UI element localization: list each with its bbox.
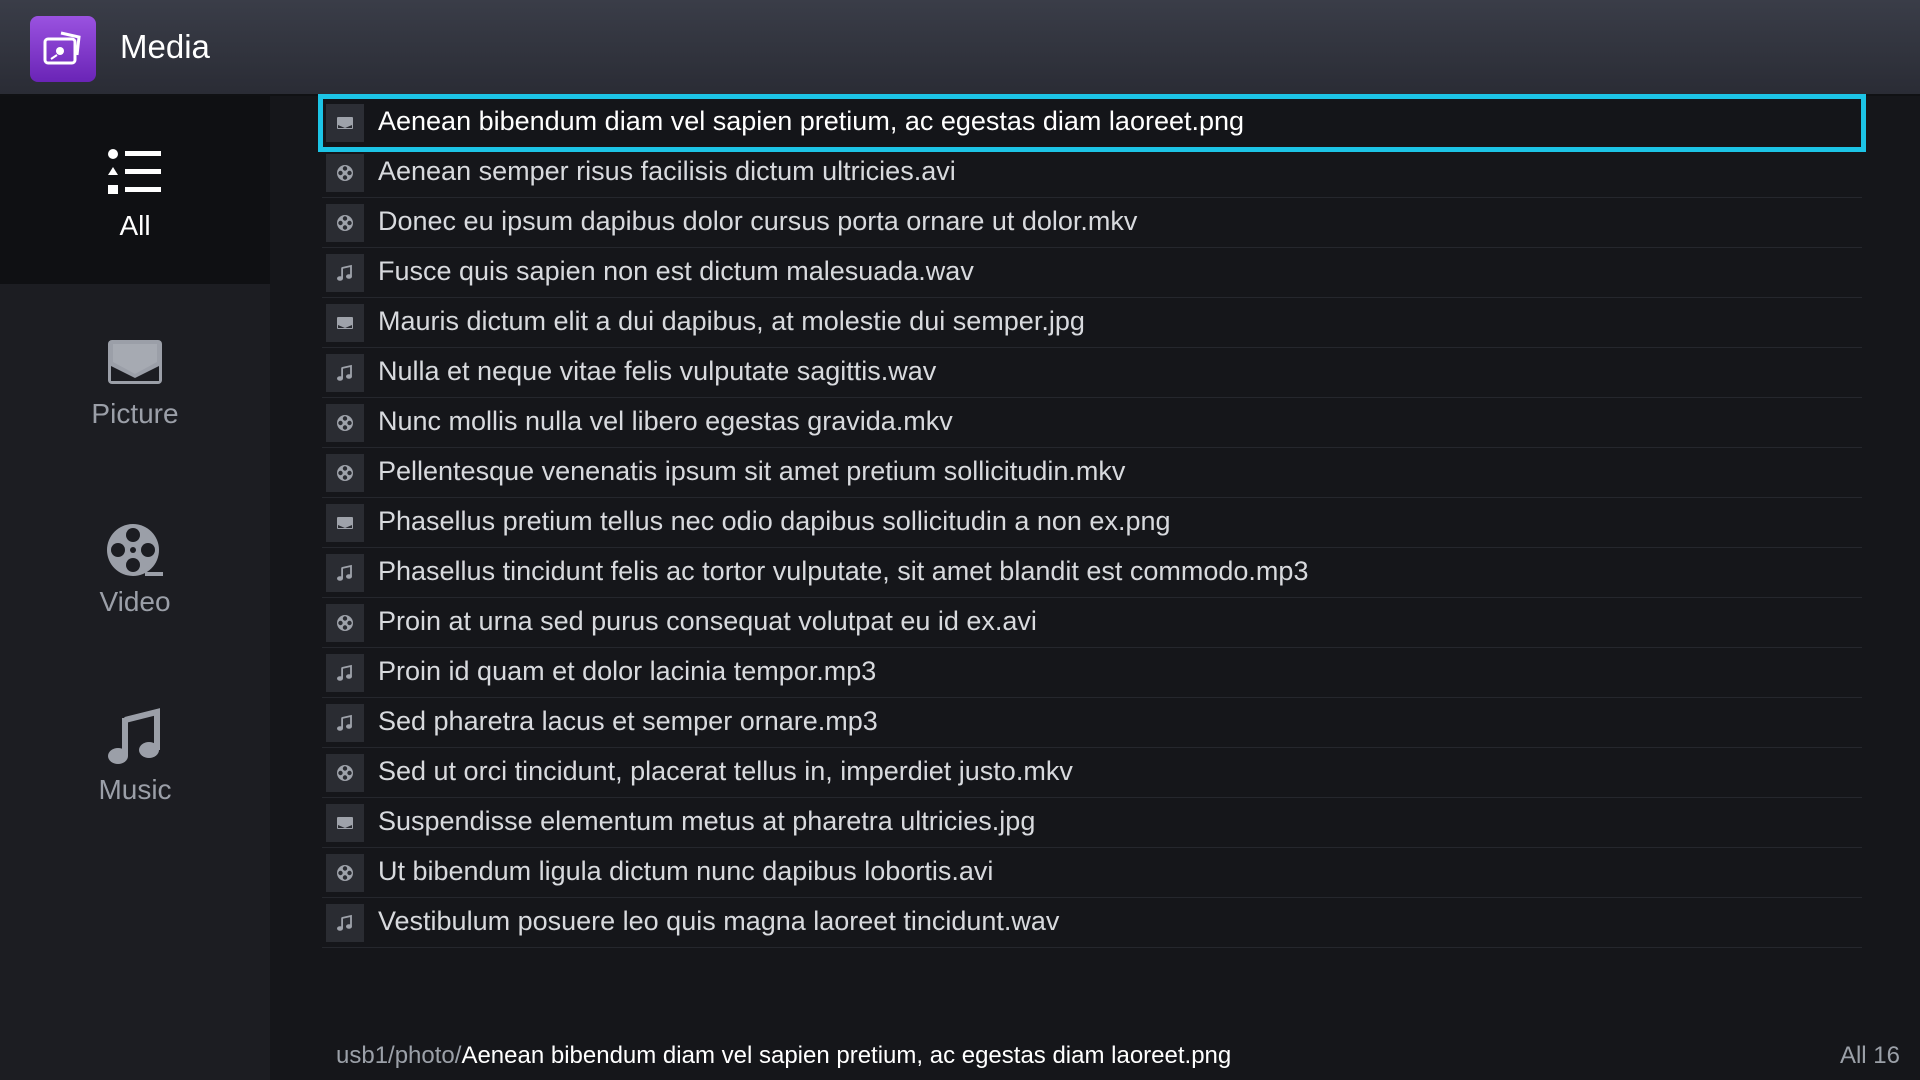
- path-prefix: usb1/photo/: [336, 1042, 462, 1069]
- sidebar: All Picture Video Music: [0, 96, 270, 1080]
- file-name: Nunc mollis nulla vel libero egestas gra…: [378, 406, 953, 436]
- list-item[interactable]: Proin id quam et dolor lacinia tempor.mp…: [322, 648, 1862, 698]
- picture-icon: [326, 804, 364, 842]
- music-note-icon: [326, 554, 364, 592]
- sidebar-item-label: All: [119, 210, 151, 241]
- sidebar-item-label: Video: [99, 586, 171, 617]
- list-item[interactable]: Fusce quis sapien non est dictum malesua…: [322, 248, 1862, 298]
- media-app-icon: [30, 16, 96, 82]
- app-title: Media: [120, 28, 210, 65]
- list-item[interactable]: Nunc mollis nulla vel libero egestas gra…: [322, 398, 1862, 448]
- file-name: Phasellus pretium tellus nec odio dapibu…: [378, 506, 1171, 536]
- list-item[interactable]: Proin at urna sed purus consequat volutp…: [322, 598, 1862, 648]
- file-name: Aenean semper risus facilisis dictum ult…: [378, 156, 956, 186]
- path-file: Aenean bibendum diam vel sapien pretium,…: [461, 1042, 1232, 1069]
- music-note-icon: [105, 708, 165, 768]
- music-note-icon: [326, 354, 364, 392]
- list-icon: [105, 144, 165, 204]
- list-item[interactable]: Donec eu ipsum dapibus dolor cursus port…: [322, 198, 1862, 248]
- list-item[interactable]: Vestibulum posuere leo quis magna laoree…: [322, 898, 1862, 948]
- list-item[interactable]: Ut bibendum ligula dictum nunc dapibus l…: [322, 848, 1862, 898]
- film-reel-icon: [326, 604, 364, 642]
- film-reel-icon: [326, 154, 364, 192]
- list-item[interactable]: Aenean bibendum diam vel sapien pretium,…: [318, 94, 1866, 152]
- sidebar-item-video[interactable]: Video: [0, 472, 270, 660]
- file-name: Fusce quis sapien non est dictum malesua…: [378, 256, 974, 286]
- film-reel-icon: [326, 404, 364, 442]
- file-name: Nulla et neque vitae felis vulputate sag…: [378, 356, 937, 386]
- film-reel-icon: [105, 520, 165, 580]
- sidebar-item-picture[interactable]: Picture: [0, 284, 270, 472]
- list-item[interactable]: Phasellus tincidunt felis ac tortor vulp…: [322, 548, 1862, 598]
- list-item[interactable]: Suspendisse elementum metus at pharetra …: [322, 798, 1862, 848]
- picture-icon: [105, 332, 165, 392]
- picture-icon: [326, 504, 364, 542]
- file-list: Aenean bibendum diam vel sapien pretium,…: [318, 94, 1866, 948]
- file-name: Sed pharetra lacus et semper ornare.mp3: [378, 706, 878, 736]
- music-note-icon: [326, 254, 364, 292]
- list-item[interactable]: Aenean semper risus facilisis dictum ult…: [322, 148, 1862, 198]
- list-item[interactable]: Sed ut orci tincidunt, placerat tellus i…: [322, 748, 1862, 798]
- list-item[interactable]: Mauris dictum elit a dui dapibus, at mol…: [322, 298, 1862, 348]
- film-reel-icon: [326, 204, 364, 242]
- list-item[interactable]: Pellentesque venenatis ipsum sit amet pr…: [322, 448, 1862, 498]
- media-app: Media All Picture Video Music Aenean bib…: [0, 0, 1920, 1080]
- file-name: Ut bibendum ligula dictum nunc dapibus l…: [378, 856, 994, 886]
- file-name: Aenean bibendum diam vel sapien pretium,…: [378, 106, 1245, 136]
- sidebar-item-label: Picture: [91, 398, 179, 429]
- file-name: Vestibulum posuere leo quis magna laoree…: [378, 906, 1060, 936]
- file-name: Proin at urna sed purus consequat volutp…: [378, 606, 1037, 636]
- picture-icon: [326, 304, 364, 342]
- list-item[interactable]: Nulla et neque vitae felis vulputate sag…: [322, 348, 1862, 398]
- film-reel-icon: [326, 854, 364, 892]
- file-name: Suspendisse elementum metus at pharetra …: [378, 806, 1036, 836]
- list-item[interactable]: Sed pharetra lacus et semper ornare.mp3: [322, 698, 1862, 748]
- music-note-icon: [326, 654, 364, 692]
- sidebar-item-all[interactable]: All: [0, 96, 270, 284]
- item-count: All 16: [1839, 1042, 1900, 1069]
- music-note-icon: [326, 904, 364, 942]
- file-name: Pellentesque venenatis ipsum sit amet pr…: [378, 456, 1126, 486]
- list-item[interactable]: Phasellus pretium tellus nec odio dapibu…: [322, 498, 1862, 548]
- file-name: Proin id quam et dolor lacinia tempor.mp…: [378, 656, 877, 686]
- picture-icon: [326, 104, 364, 142]
- sidebar-item-label: Music: [98, 774, 172, 805]
- film-reel-icon: [326, 754, 364, 792]
- file-name: Phasellus tincidunt felis ac tortor vulp…: [378, 556, 1309, 586]
- music-note-icon: [326, 704, 364, 742]
- film-reel-icon: [326, 454, 364, 492]
- current-file-path: usb1/photo/Aenean bibendum diam vel sapi…: [336, 1042, 1231, 1070]
- file-name: Mauris dictum elit a dui dapibus, at mol…: [378, 306, 1085, 336]
- sidebar-item-music[interactable]: Music: [0, 660, 270, 848]
- file-name: Donec eu ipsum dapibus dolor cursus port…: [378, 206, 1138, 236]
- header-bar: Media: [0, 0, 1920, 96]
- file-name: Sed ut orci tincidunt, placerat tellus i…: [378, 756, 1073, 786]
